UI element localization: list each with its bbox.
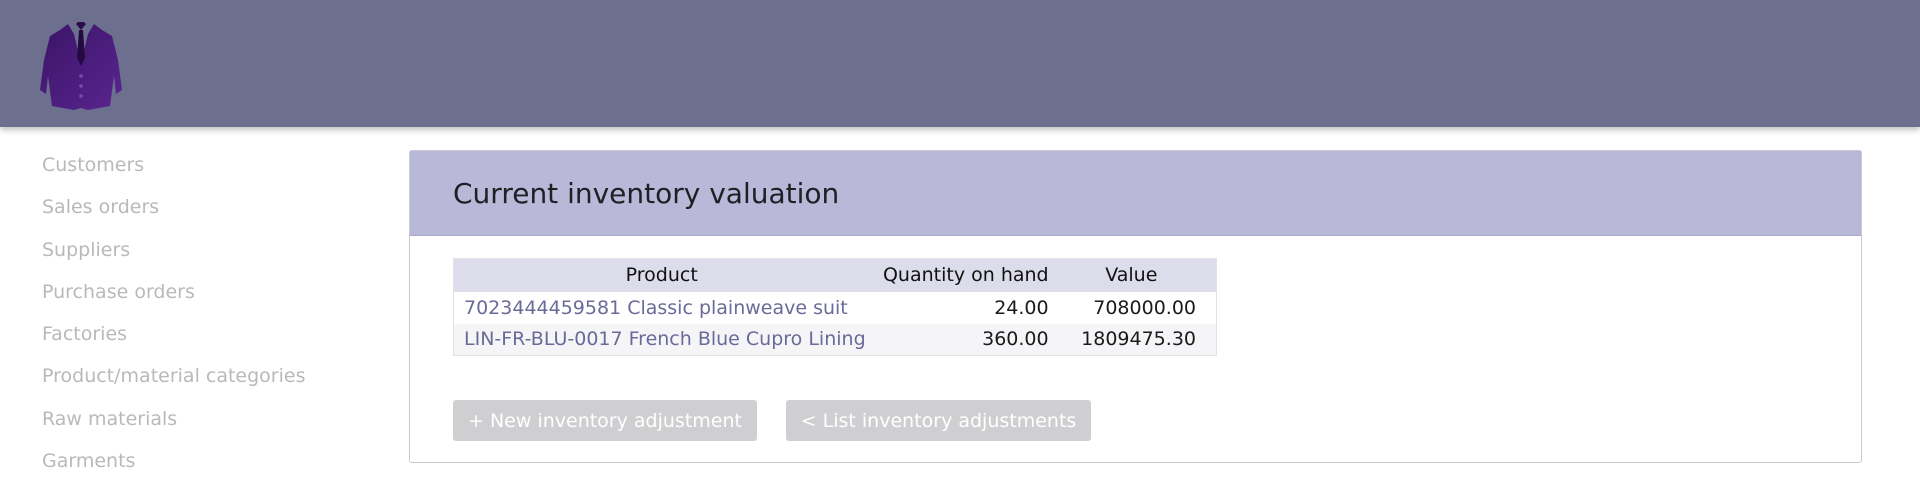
column-header-product: Product	[453, 258, 870, 292]
new-inventory-adjustment-button[interactable]: + New inventory adjustment	[453, 400, 757, 441]
suit-jacket-icon[interactable]	[38, 20, 124, 112]
sidebar-item-raw-materials[interactable]: Raw materials	[42, 404, 362, 446]
column-header-value: Value	[1066, 258, 1217, 292]
value-cell: 708000.00	[1066, 291, 1217, 324]
product-cell: LIN-FR-BLU-0017 French Blue Cupro Lining	[453, 323, 870, 356]
product-link[interactable]: 7023444459581 Classic plainweave suit	[464, 297, 848, 319]
page-title: Current inventory valuation	[453, 176, 840, 210]
table-row: LIN-FR-BLU-0017 French Blue Cupro Lining…	[453, 323, 1217, 356]
table-row: 7023444459581 Classic plainweave suit 24…	[453, 291, 1217, 324]
inventory-valuation-panel: Current inventory valuation Product Quan…	[409, 150, 1862, 463]
sidebar-item-factories[interactable]: Factories	[42, 319, 362, 361]
quantity-cell: 360.00	[869, 323, 1067, 356]
quantity-cell: 24.00	[869, 291, 1067, 324]
panel-header: Current inventory valuation	[410, 151, 1861, 236]
product-link[interactable]: LIN-FR-BLU-0017 French Blue Cupro Lining	[464, 328, 866, 350]
sidebar-item-sales-orders[interactable]: Sales orders	[42, 192, 362, 234]
sidebar-item-customers[interactable]: Customers	[42, 150, 362, 192]
sidebar-item-suppliers[interactable]: Suppliers	[42, 235, 362, 277]
table-header-row: Product Quantity on hand Value	[453, 258, 1217, 292]
sidebar-item-product-material-categories[interactable]: Product/material categories	[42, 361, 362, 403]
column-header-quantity: Quantity on hand	[869, 258, 1067, 292]
sidebar: Customers Sales orders Suppliers Purchas…	[42, 150, 362, 488]
top-navbar	[0, 0, 1920, 127]
sidebar-item-purchase-orders[interactable]: Purchase orders	[42, 277, 362, 319]
product-cell: 7023444459581 Classic plainweave suit	[453, 291, 870, 324]
list-inventory-adjustments-button[interactable]: < List inventory adjustments	[786, 400, 1091, 441]
inventory-table: Product Quantity on hand Value 702344445…	[453, 258, 1217, 356]
sidebar-item-garments[interactable]: Garments	[42, 446, 362, 488]
value-cell: 1809475.30	[1066, 323, 1217, 356]
